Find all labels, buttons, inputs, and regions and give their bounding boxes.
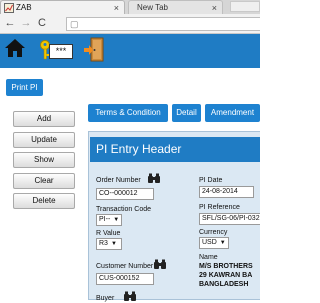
pi-reference-field[interactable]: SFL/SG-06/PI-032 <box>199 213 260 225</box>
transaction-code-value: PI-- <box>99 216 111 223</box>
transaction-code-select[interactable]: PI-- ▼ <box>96 214 122 226</box>
name-label: Name <box>199 254 218 261</box>
transaction-code-label: Transaction Code <box>96 206 151 213</box>
name-line-3: BANGLADESH <box>199 281 249 288</box>
customer-number-label: Customer Number <box>96 263 154 270</box>
buyer-label: Buyer <box>96 295 115 302</box>
forward-arrow-icon[interactable]: → <box>20 16 32 30</box>
tab-title: ZAB <box>16 3 32 12</box>
order-number-field[interactable]: CO--000012 <box>96 188 154 200</box>
close-tab-icon[interactable]: × <box>114 1 119 15</box>
currency-label: Currency <box>199 229 228 236</box>
window-controls[interactable] <box>230 1 260 12</box>
address-bar[interactable]: ▢ <box>66 17 260 31</box>
pi-date-label: PI Date <box>199 177 223 184</box>
home-icon[interactable] <box>4 37 26 59</box>
r-value-value: R3 <box>99 240 108 247</box>
back-arrow-icon[interactable]: ← <box>4 16 16 30</box>
binoculars-icon[interactable] <box>147 173 161 184</box>
customer-number-field[interactable]: CUS-000152 <box>96 273 154 285</box>
name-line-1: M/S BROTHERS <box>199 263 253 270</box>
chevron-down-icon: ▼ <box>110 241 117 247</box>
page-icon: ▢ <box>70 19 79 29</box>
panel-title: PI Entry Header <box>90 137 260 162</box>
browser-tab-zab[interactable]: ZAB × <box>0 0 125 14</box>
currency-value: USD <box>202 239 217 246</box>
tab-terms-condition[interactable]: Terms & Condition <box>88 104 168 122</box>
update-button[interactable]: Update <box>13 132 75 148</box>
show-button[interactable]: Show <box>13 152 75 168</box>
order-number-label: Order Number <box>96 177 141 184</box>
favicon-icon <box>4 3 14 13</box>
add-button[interactable]: Add <box>13 111 75 127</box>
close-tab-icon[interactable]: × <box>212 1 217 15</box>
print-pi-button[interactable]: Print PI <box>6 79 43 96</box>
chevron-down-icon: ▼ <box>113 217 120 223</box>
tab-detail[interactable]: Detail <box>172 104 201 122</box>
delete-button[interactable]: Delete <box>13 193 75 209</box>
r-value-select[interactable]: R3 ▼ <box>96 238 122 250</box>
binoculars-icon[interactable] <box>153 259 167 270</box>
browser-tab-new[interactable]: New Tab × <box>128 0 223 14</box>
logout-door-icon[interactable] <box>84 37 106 62</box>
binoculars-icon[interactable] <box>123 291 137 302</box>
password-field[interactable]: *** <box>49 44 73 59</box>
tab-title: New Tab <box>137 3 168 12</box>
pi-date-field[interactable]: 24-08-2014 <box>199 186 254 198</box>
reload-icon[interactable]: C <box>36 16 48 30</box>
chevron-down-icon: ▼ <box>219 240 226 246</box>
tab-amendment[interactable]: Amendment <box>205 104 260 122</box>
pi-reference-label: PI Reference <box>199 204 240 211</box>
name-line-2: 29 KAWRAN BA <box>199 272 253 279</box>
r-value-label: R Value <box>96 230 121 237</box>
currency-select[interactable]: USD ▼ <box>199 237 229 249</box>
clear-button[interactable]: Clear <box>13 173 75 189</box>
